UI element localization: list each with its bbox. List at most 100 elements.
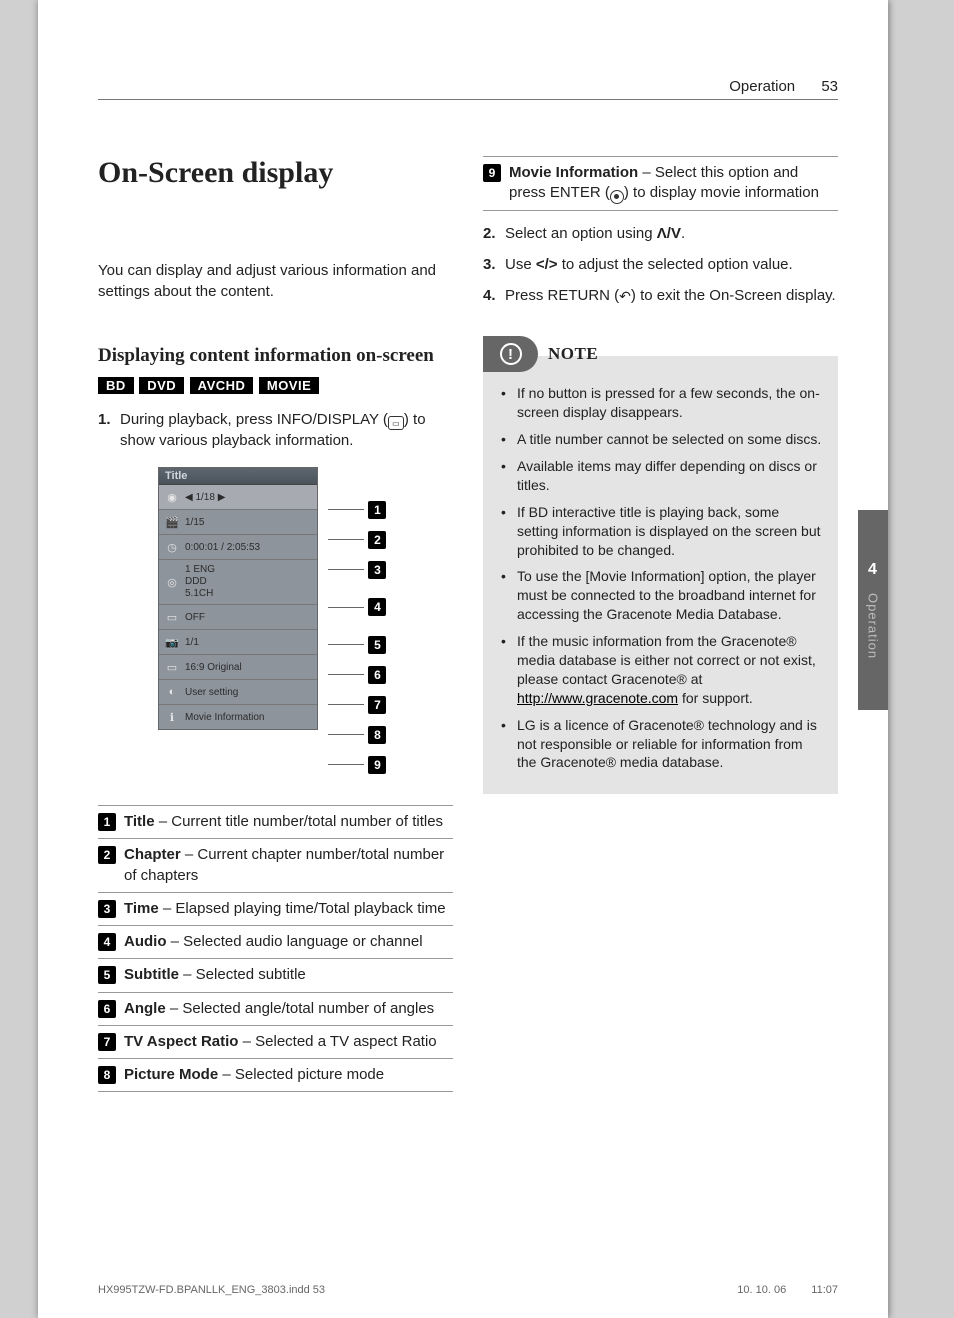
- header-section: Operation: [729, 78, 795, 95]
- picture-icon: ◐: [163, 684, 181, 700]
- legend-term: Time: [124, 900, 159, 917]
- badge-movie: MOVIE: [259, 377, 319, 394]
- osd-value: User setting: [185, 687, 313, 698]
- aspect-icon: ▭: [163, 659, 181, 675]
- clock-icon: ◷: [163, 539, 181, 555]
- callout-4: 4: [368, 598, 386, 616]
- step-number: 3.: [483, 254, 505, 275]
- osd-row-audio: ◎ 1 ENG DDD 5.1CH: [159, 560, 317, 605]
- note-item: If BD interactive title is playing back,…: [501, 503, 824, 560]
- legend-item-9: 9 Movie Information – Select this option…: [483, 156, 838, 211]
- legend-term: Audio: [124, 933, 167, 950]
- callout-leaders: 1 2 3 4 5 6 7 8 9: [328, 467, 386, 777]
- callout-1: 1: [368, 501, 386, 519]
- step-number: 1.: [98, 409, 120, 452]
- gracenote-link[interactable]: http://www.gracenote.com: [517, 690, 678, 706]
- step-number: 2.: [483, 223, 505, 244]
- intro-paragraph: You can display and adjust various infor…: [98, 260, 453, 302]
- badge-bd: BD: [98, 377, 134, 394]
- legend-num: 4: [98, 933, 116, 951]
- osd-row-angle: 📷 1/1: [159, 630, 317, 655]
- chapter-label: Operation: [866, 593, 881, 659]
- chapter-side-tab: 4 Operation: [858, 510, 888, 710]
- osd-row-subtitle: ▭ OFF: [159, 605, 317, 630]
- legend-num: 2: [98, 846, 116, 864]
- osd-value: 1/15: [185, 517, 313, 528]
- step-text: ) to exit the On-Screen display.: [631, 287, 836, 304]
- subsection-title: Displaying content information on-screen: [98, 342, 453, 371]
- legend-term: Movie Information: [509, 164, 638, 181]
- legend-list: 1 Title – Current title number/total num…: [98, 805, 453, 1092]
- step-text: to adjust the selected option value.: [558, 256, 793, 273]
- legend-desc: – Current title number/total number of t…: [155, 813, 443, 830]
- legend-num: 6: [98, 1000, 116, 1018]
- chapter-number: 4: [868, 561, 878, 579]
- note-item: LG is a licence of Gracenote® technology…: [501, 716, 824, 773]
- legend-desc: – Selected a TV aspect Ratio: [238, 1033, 436, 1050]
- callout-8: 8: [368, 726, 386, 744]
- legend-item: 8 Picture Mode – Selected picture mode: [98, 1059, 453, 1092]
- legend-term: Subtitle: [124, 966, 179, 983]
- osd-row-aspect: ▭ 16:9 Original: [159, 655, 317, 680]
- note-text: If the music information from the Gracen…: [517, 633, 816, 687]
- step-4: 4. Press RETURN (↶) to exit the On-Scree…: [483, 285, 838, 307]
- callout-2: 2: [368, 531, 386, 549]
- footer-filename: HX995TZW-FD.BPANLLK_ENG_3803.indd 53: [98, 1284, 325, 1296]
- osd-row-picture: ◐ User setting: [159, 680, 317, 705]
- callout-7: 7: [368, 696, 386, 714]
- step-text: During playback, press INFO/DISPLAY (: [120, 411, 388, 428]
- note-item: Available items may differ depending on …: [501, 457, 824, 495]
- note-item: If no button is pressed for a few second…: [501, 384, 824, 422]
- note-item: To use the [Movie Information] option, t…: [501, 567, 824, 624]
- angle-icon: 📷: [163, 634, 181, 650]
- note-label: NOTE: [548, 344, 598, 364]
- legend-desc: ) to display movie information: [624, 184, 819, 201]
- legend-num: 1: [98, 813, 116, 831]
- callout-3: 3: [368, 561, 386, 579]
- display-icon: ▭: [388, 416, 404, 430]
- note-icon: !: [500, 343, 522, 365]
- osd-value: ◀ 1/18 ▶: [185, 492, 313, 503]
- note-box: ! NOTE If no button is pressed for a few…: [483, 356, 838, 794]
- page-title: On-Screen display: [98, 156, 453, 190]
- footer-date: 10. 10. 06: [737, 1284, 786, 1296]
- note-item: If the music information from the Gracen…: [501, 632, 824, 708]
- step-1: 1. During playback, press INFO/DISPLAY (…: [98, 409, 453, 452]
- osd-row-movieinfo: ℹ Movie Information: [159, 705, 317, 729]
- osd-row-title: ◉ ◀ 1/18 ▶: [159, 485, 317, 510]
- legend-desc: – Selected picture mode: [218, 1066, 384, 1083]
- step-text: Select an option using: [505, 225, 657, 242]
- step-text: Press RETURN (: [505, 287, 619, 304]
- legend-item: 2 Chapter – Current chapter number/total…: [98, 839, 453, 893]
- format-badges: BD DVD AVCHD MOVIE: [98, 377, 453, 395]
- header-page-number: 53: [821, 78, 838, 95]
- osd-row-time: ◷ 0:00:01 / 2:05:53: [159, 535, 317, 560]
- osd-value: OFF: [185, 612, 313, 623]
- legend-desc: – Elapsed playing time/Total playback ti…: [159, 900, 446, 917]
- step-3: 3. Use </> to adjust the selected option…: [483, 254, 838, 275]
- step-number: 4.: [483, 285, 505, 307]
- footer-time: 11:07: [811, 1284, 838, 1296]
- legend-term: Title: [124, 813, 155, 830]
- arrow-symbol: Λ/V: [657, 225, 681, 242]
- clapper-icon: 🎬: [163, 514, 181, 530]
- audio-icon: ◎: [163, 574, 181, 590]
- osd-value: 1 ENG DDD 5.1CH: [185, 564, 313, 600]
- badge-avchd: AVCHD: [190, 377, 254, 394]
- legend-term: Angle: [124, 1000, 166, 1017]
- subtitle-icon: ▭: [163, 609, 181, 625]
- disc-icon: ◉: [163, 489, 181, 505]
- legend-desc: – Selected audio language or channel: [167, 933, 423, 950]
- legend-item: 6 Angle – Selected angle/total number of…: [98, 993, 453, 1026]
- note-text: for support.: [678, 690, 753, 706]
- osd-value: 0:00:01 / 2:05:53: [185, 542, 313, 553]
- info-icon: ℹ: [163, 709, 181, 725]
- step-body: During playback, press INFO/DISPLAY (▭) …: [120, 409, 453, 452]
- callout-9: 9: [368, 756, 386, 774]
- legend-desc: – Selected angle/total number of angles: [166, 1000, 435, 1017]
- osd-row-chapter: 🎬 1/15: [159, 510, 317, 535]
- osd-value: 1/1: [185, 637, 313, 648]
- right-column: 9 Movie Information – Select this option…: [483, 156, 838, 1092]
- return-icon: ↶: [619, 287, 631, 307]
- legend-num: 7: [98, 1033, 116, 1051]
